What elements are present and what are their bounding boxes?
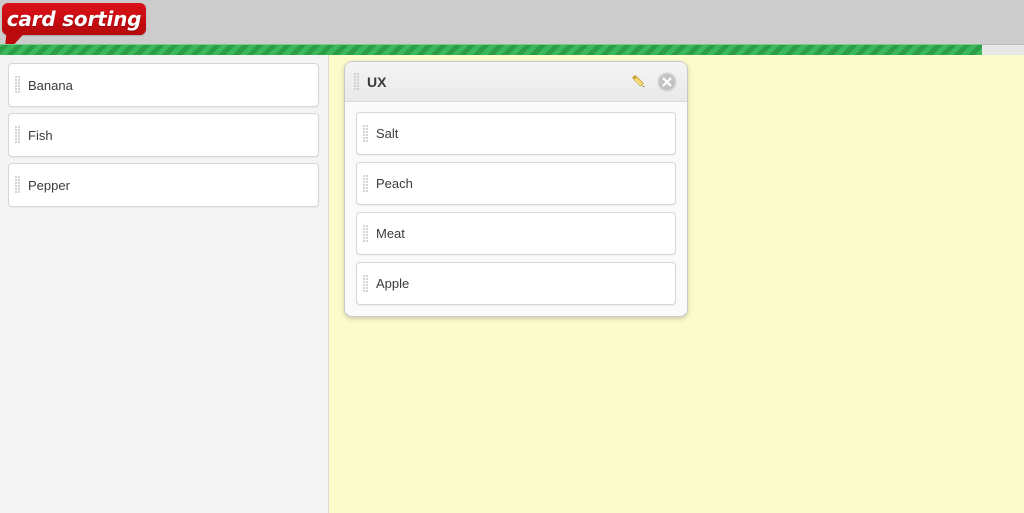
list-item[interactable]: Banana (8, 63, 319, 107)
group-actions (628, 71, 678, 93)
card-label: Banana (28, 77, 73, 93)
accent-stripe-bar (0, 44, 982, 55)
drag-handle-icon[interactable] (363, 274, 369, 293)
drag-handle-icon[interactable] (363, 124, 369, 143)
close-circle-icon[interactable] (656, 71, 678, 93)
card-label: Peach (376, 176, 413, 191)
list-item[interactable]: Salt (356, 112, 676, 155)
list-item[interactable]: Apple (356, 262, 676, 305)
app-header: card sorting (0, 0, 1024, 44)
drag-handle-icon[interactable] (15, 176, 21, 194)
app-logo-tail (5, 33, 25, 44)
sorting-board[interactable]: UX Salt Peach Meat Apple (330, 55, 1024, 513)
card-label: Pepper (28, 177, 70, 193)
list-item[interactable]: Pepper (8, 163, 319, 207)
card-sorting-app: card sorting Banana Fish Pepper UX Salt … (0, 0, 1024, 513)
drag-handle-icon[interactable] (15, 126, 21, 144)
card-label: Fish (28, 127, 53, 143)
card-label: Apple (376, 276, 410, 291)
card-label: Meat (376, 226, 405, 241)
card-label: Salt (376, 126, 399, 141)
list-item[interactable]: Peach (356, 162, 676, 205)
group-panel-ux[interactable]: UX Salt Peach Meat Apple (344, 61, 688, 317)
group-header[interactable]: UX (345, 62, 687, 102)
app-logo-text: card sorting (6, 7, 142, 31)
unsorted-cards-tray[interactable]: Banana Fish Pepper (0, 55, 329, 513)
pencil-icon[interactable] (628, 71, 650, 93)
drag-handle-icon[interactable] (363, 224, 369, 243)
list-item[interactable]: Fish (8, 113, 319, 157)
drag-handle-icon[interactable] (15, 76, 21, 94)
drag-handle-icon[interactable] (363, 174, 369, 193)
group-cards[interactable]: Salt Peach Meat Apple (345, 102, 687, 316)
drag-handle-icon[interactable] (354, 72, 360, 91)
app-logo[interactable]: card sorting (2, 3, 146, 35)
list-item[interactable]: Meat (356, 212, 676, 255)
accent-stripe-gutter (982, 44, 1024, 55)
group-title: UX (367, 73, 387, 90)
